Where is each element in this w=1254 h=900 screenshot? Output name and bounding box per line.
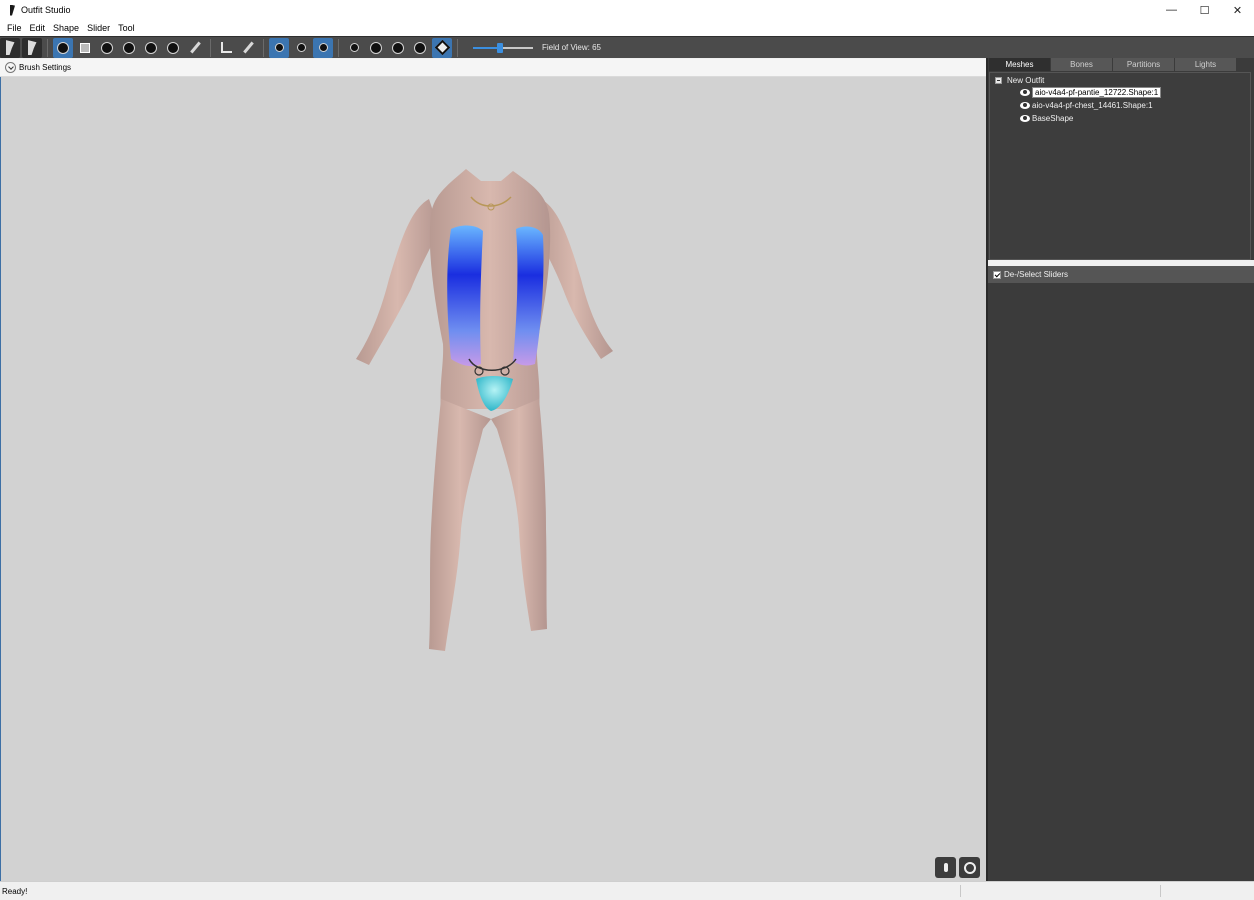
deflate-brush-icon (123, 41, 135, 54)
transform-tool-button[interactable] (216, 38, 236, 58)
mask-brush-button[interactable] (75, 38, 95, 58)
wireframe-view-button[interactable] (344, 38, 364, 58)
menu-shape[interactable]: Shape (53, 23, 79, 33)
mask-view-button[interactable] (410, 38, 430, 58)
status-divider (960, 885, 961, 897)
brush-settings-label: Brush Settings (19, 63, 72, 72)
collapse-icon[interactable] (995, 76, 1002, 84)
load-project-button[interactable] (22, 37, 42, 58)
tree-item-baseshape[interactable]: BaseShape (1020, 112, 1073, 124)
close-button[interactable]: ✕ (1221, 0, 1254, 20)
lighting-icon (370, 41, 382, 54)
app-logo-icon (9, 5, 17, 16)
slider-fill (473, 46, 500, 49)
move-brush-icon (145, 41, 157, 54)
slider-thumb[interactable] (497, 42, 503, 53)
title-bar: Outfit Studio — ☐ ✕ (0, 0, 1254, 20)
toolbar-divider (457, 38, 458, 57)
tree-item-pantie[interactable]: aio-v4a4-pf-pantie_12722.Shape:1 (1020, 86, 1162, 98)
connected-only-icon (296, 43, 306, 52)
menu-slider[interactable]: Slider (87, 23, 110, 33)
outfit-logo-icon (27, 40, 37, 55)
tab-bones[interactable]: Bones (1051, 58, 1112, 71)
rotate-icon (963, 861, 976, 874)
x-mirror-button[interactable] (269, 37, 289, 58)
mesh-tree[interactable]: New Outfit aio-v4a4-pf-pantie_12722.Shap… (989, 72, 1251, 260)
pivot-tool-button[interactable] (238, 38, 258, 58)
visibility-eye-icon[interactable] (1020, 114, 1030, 122)
mesh-name: BaseShape (1032, 113, 1074, 123)
3d-viewport[interactable] (0, 77, 986, 881)
status-text: Ready! (2, 886, 28, 896)
texture-icon (392, 41, 404, 54)
move-brush-button[interactable] (141, 38, 161, 58)
toolbar-divider (47, 38, 48, 57)
panel-tabs: Meshes Bones Partitions Lights (988, 58, 1254, 72)
menu-edit[interactable]: Edit (30, 23, 46, 33)
inflate-brush-icon (101, 41, 113, 54)
mesh-name: aio-v4a4-pf-chest_14461.Shape:1 (1032, 100, 1153, 110)
mesh-name: aio-v4a4-pf-pantie_12722.Shape:1 (1032, 86, 1162, 98)
texture-view-button[interactable] (388, 38, 408, 58)
reset-view-button[interactable] (959, 857, 980, 878)
outfit-3d-model (356, 169, 613, 651)
window-controls: — ☐ ✕ (1155, 0, 1254, 20)
smooth-brush-button[interactable] (163, 38, 183, 58)
visibility-eye-icon[interactable] (1020, 101, 1030, 109)
x-mirror-icon (274, 43, 284, 52)
global-brush-button[interactable] (313, 37, 333, 58)
select-brush-button[interactable] (53, 37, 73, 58)
smooth-brush-icon (167, 41, 179, 54)
deflate-brush-button[interactable] (119, 38, 139, 58)
outfit-name: New Outfit (1007, 75, 1045, 85)
field-of-view-label: Field of View: 65 (542, 43, 601, 52)
microphone-icon (943, 863, 948, 872)
minimize-button[interactable]: — (1155, 0, 1188, 20)
toolbar-divider (210, 38, 211, 57)
chevron-down-icon[interactable] (5, 62, 16, 73)
brush-settings-bar[interactable]: Brush Settings (0, 59, 986, 77)
new-project-button[interactable] (0, 37, 20, 58)
window-title: Outfit Studio (21, 5, 71, 15)
select-all-sliders-checkbox[interactable] (993, 270, 1001, 279)
toolbar-divider (263, 38, 264, 57)
mic-button[interactable] (935, 857, 956, 878)
sliders-header-label: De-/Select Sliders (1004, 270, 1069, 279)
field-of-view-slider[interactable] (473, 41, 533, 55)
cube-icon (434, 39, 450, 56)
sliders-header: De-/Select Sliders (988, 266, 1254, 283)
status-bar: Ready! (0, 881, 1254, 900)
mask-view-icon (414, 41, 426, 54)
show-nodes-button[interactable] (432, 37, 452, 58)
sliders-list[interactable] (988, 283, 1254, 881)
inflate-brush-button[interactable] (97, 38, 117, 58)
toolbar: Field of View: 65 (0, 36, 1254, 58)
lighting-view-button[interactable] (366, 38, 386, 58)
maximize-button[interactable]: ☐ (1188, 0, 1221, 20)
outfit-logo-icon (5, 40, 15, 55)
status-divider (1160, 885, 1161, 897)
global-brush-icon (318, 43, 328, 52)
menu-bar: File Edit Shape Slider Tool (0, 20, 1254, 36)
connected-only-button[interactable] (291, 38, 311, 58)
menu-tool[interactable]: Tool (118, 23, 135, 33)
right-panel: Meshes Bones Partitions Lights New Outfi… (986, 58, 1254, 881)
tree-item-chest[interactable]: aio-v4a4-pf-chest_14461.Shape:1 (1020, 99, 1153, 111)
weight-brush-icon (189, 41, 201, 54)
mask-brush-icon (80, 42, 90, 53)
tab-lights[interactable]: Lights (1175, 58, 1236, 71)
tab-meshes[interactable]: Meshes (989, 58, 1050, 71)
tab-partitions[interactable]: Partitions (1113, 58, 1174, 71)
wireframe-icon (349, 43, 359, 52)
weight-brush-button[interactable] (185, 38, 205, 58)
visibility-eye-icon[interactable] (1020, 88, 1030, 96)
menu-file[interactable]: File (7, 23, 22, 33)
select-brush-icon (57, 41, 69, 54)
toolbar-divider (338, 38, 339, 57)
transform-axis-icon (220, 42, 232, 53)
pivot-pen-icon (242, 41, 254, 54)
tree-root-outfit[interactable]: New Outfit (995, 74, 1044, 86)
